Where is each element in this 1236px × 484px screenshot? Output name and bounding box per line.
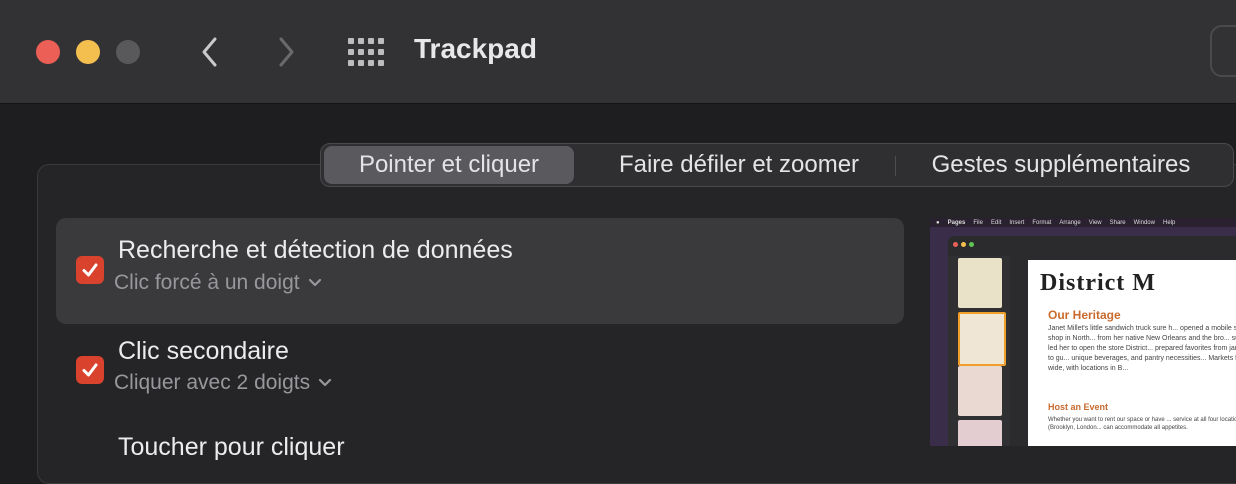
chevron-down-icon: [308, 278, 321, 287]
option-title: Recherche et détection de données: [118, 236, 513, 264]
menu-item: View: [1088, 219, 1102, 226]
checkbox-recherche-detection[interactable]: [76, 256, 104, 284]
tab-gestes-supplementaires[interactable]: Gestes supplémentaires: [906, 144, 1216, 186]
option-title: Toucher pour cliquer: [118, 433, 345, 461]
page-thumbnail: [958, 420, 1002, 446]
checkmark-icon: [82, 263, 98, 277]
minimize-window-button[interactable]: [76, 40, 100, 64]
document-title: District M: [1040, 270, 1156, 296]
tab-divider: [895, 156, 896, 176]
preview-menubar: ● Pages File Edit Insert Format Arrange …: [930, 218, 1236, 227]
gesture-preview-video: ● Pages File Edit Insert Format Arrange …: [930, 218, 1236, 446]
option-popup-clic-secondaire[interactable]: Cliquer avec 2 doigts: [114, 371, 332, 395]
back-button[interactable]: [190, 32, 230, 72]
show-all-grid-icon[interactable]: [348, 38, 384, 66]
tab-faire-defiler-et-zoomer[interactable]: Faire défiler et zoomer: [589, 144, 889, 186]
search-field[interactable]: [1210, 25, 1236, 77]
page-thumbnail: [958, 366, 1002, 416]
tab-bar: Pointer et cliquer Faire défiler et zoom…: [320, 143, 1234, 187]
checkmark-icon: [82, 363, 98, 377]
close-window-button[interactable]: [36, 40, 60, 64]
document-body: Whether you want to rent our space or ha…: [1048, 417, 1236, 431]
apple-icon: ●: [936, 219, 940, 226]
zoom-window-button[interactable]: [116, 40, 140, 64]
option-popup-clic-force[interactable]: Clic forcé à un doigt: [114, 271, 322, 295]
chevron-down-icon: [319, 378, 332, 387]
tab-pointer-et-cliquer[interactable]: Pointer et cliquer: [324, 146, 574, 184]
menu-item: Arrange: [1059, 219, 1081, 226]
chevron-left-icon: [202, 37, 217, 67]
document-body: Janet Millet's little sandwich truck sur…: [1048, 325, 1236, 372]
document-heading: Our Heritage: [1048, 308, 1121, 322]
menu-item: File: [973, 219, 983, 226]
option-subtitle: Clic forcé à un doigt: [114, 271, 300, 294]
menu-item: Insert: [1009, 219, 1025, 226]
forward-button[interactable]: [266, 32, 306, 72]
page-thumbnail: [958, 258, 1002, 308]
page-thumbnail: [958, 312, 1006, 366]
option-subtitle: Cliquer avec 2 doigts: [114, 371, 311, 394]
title-bar: Trackpad: [0, 0, 1236, 104]
document-heading: Host an Event: [1048, 402, 1109, 412]
preview-document: District M Our Heritage Janet Millet's l…: [1028, 260, 1236, 446]
menu-item: Pages: [947, 219, 966, 226]
preview-window: District M Our Heritage Janet Millet's l…: [948, 236, 1236, 446]
preview-page-thumbnails: [948, 256, 1010, 446]
window-title: Trackpad: [414, 33, 537, 64]
option-title: Clic secondaire: [118, 337, 289, 365]
menu-item: Format: [1032, 219, 1052, 226]
menu-item: Help: [1162, 219, 1176, 226]
chevron-right-icon: [279, 37, 294, 67]
menu-item: Edit: [990, 219, 1002, 226]
preview-traffic-lights: [953, 242, 974, 247]
checkbox-clic-secondaire[interactable]: [76, 356, 104, 384]
menu-item: Window: [1133, 219, 1155, 226]
menu-item: Share: [1109, 219, 1126, 226]
